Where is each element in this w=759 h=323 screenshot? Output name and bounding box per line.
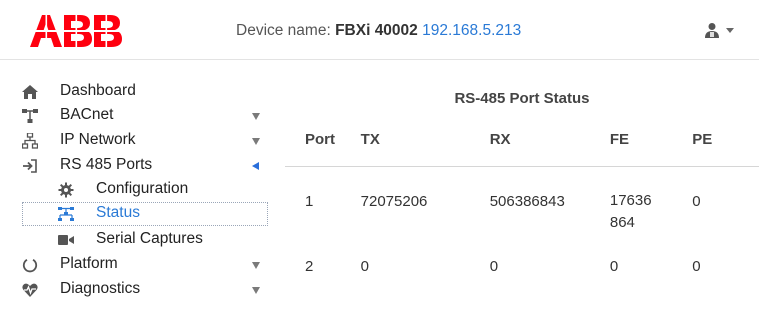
chevron-down-icon: [252, 262, 260, 269]
abb-logo: [28, 13, 123, 49]
sidebar-subitem-serial-captures[interactable]: Serial Captures: [0, 228, 272, 252]
column-header-port: Port: [285, 114, 361, 167]
gear-icon: [58, 182, 74, 198]
cell-pe: 0: [692, 258, 701, 275]
column-header-fe: FE: [609, 114, 693, 167]
cell-fe-value: 17636864: [609, 191, 652, 231]
cell-port: 1: [305, 192, 314, 210]
sidebar-item-bacnet[interactable]: BACnet: [0, 104, 272, 128]
sidebar-subitem-label: Configuration: [96, 180, 189, 197]
column-header-tx: TX: [360, 114, 490, 167]
sidebar-item-platform[interactable]: Platform: [0, 253, 272, 277]
cell-port: 2: [305, 258, 314, 275]
port-status-table: Port TX RX FE PE 1 72075206 506386843 17…: [285, 114, 759, 290]
network-tree-icon: [22, 109, 38, 123]
home-icon: [22, 85, 38, 99]
cell-fe: 17636864: [610, 166, 692, 250]
topology-icon: [58, 207, 74, 221]
sidebar-item-label: Dashboard: [60, 82, 136, 99]
sidebar-item-label: BACnet: [60, 106, 114, 123]
user-menu-button[interactable]: [705, 20, 745, 40]
panel-title: RS-485 Port Status: [454, 90, 590, 107]
device-info: Device name: FBXi 40002 192.168.5.213: [236, 22, 521, 40]
power-icon: [22, 259, 38, 273]
chevron-left-icon: [252, 162, 259, 170]
sidebar-subitem-status[interactable]: Status: [22, 202, 268, 226]
lan-icon: [22, 133, 38, 149]
sidebar-item-ip-network[interactable]: IP Network: [0, 129, 272, 153]
sidebar-item-diagnostics[interactable]: Diagnostics: [0, 278, 272, 302]
table-row: 1 72075206 506386843 17636864 0: [285, 166, 759, 250]
sidebar-item-label: Diagnostics: [60, 280, 141, 297]
heartbeat-icon: [22, 283, 38, 297]
sign-in-icon: [23, 159, 37, 173]
cell-fe: 0: [609, 258, 619, 275]
device-label: Device name:: [236, 22, 331, 39]
sidebar-item-label: IP Network: [60, 131, 136, 148]
cell-tx: 72075206: [360, 192, 428, 210]
video-camera-icon: [58, 235, 74, 245]
device-name: FBXi 40002: [335, 22, 418, 39]
sidebar-subitem-label: Status: [96, 204, 140, 221]
table-header-row: Port TX RX FE PE: [285, 114, 759, 167]
cell-pe: 0: [692, 192, 701, 210]
sidebar-item-label: RS 485 Ports: [60, 156, 153, 173]
chevron-down-icon: [252, 138, 260, 145]
table-row: 2 0 0 0 0: [285, 250, 759, 290]
cell-rx: 0: [489, 258, 499, 275]
top-header: Device name: FBXi 40002 192.168.5.213: [0, 0, 759, 60]
column-header-rx: RX: [489, 114, 610, 167]
sidebar-subitem-configuration[interactable]: Configuration: [0, 178, 272, 202]
chevron-down-icon: [252, 113, 260, 120]
user-icon: [705, 23, 719, 38]
sidebar-item-label: Platform: [60, 255, 118, 272]
cell-rx: 506386843: [489, 192, 565, 210]
sidebar-subitem-label: Serial Captures: [96, 230, 203, 247]
chevron-down-icon: [252, 287, 260, 294]
column-header-pe: PE: [692, 114, 759, 167]
sidebar-item-dashboard[interactable]: Dashboard: [0, 80, 272, 104]
chevron-down-icon: [726, 28, 734, 33]
cell-tx: 0: [360, 258, 369, 275]
device-ip-link[interactable]: 192.168.5.213: [422, 22, 521, 39]
sidebar-item-rs485-ports[interactable]: RS 485 Ports: [0, 154, 272, 178]
